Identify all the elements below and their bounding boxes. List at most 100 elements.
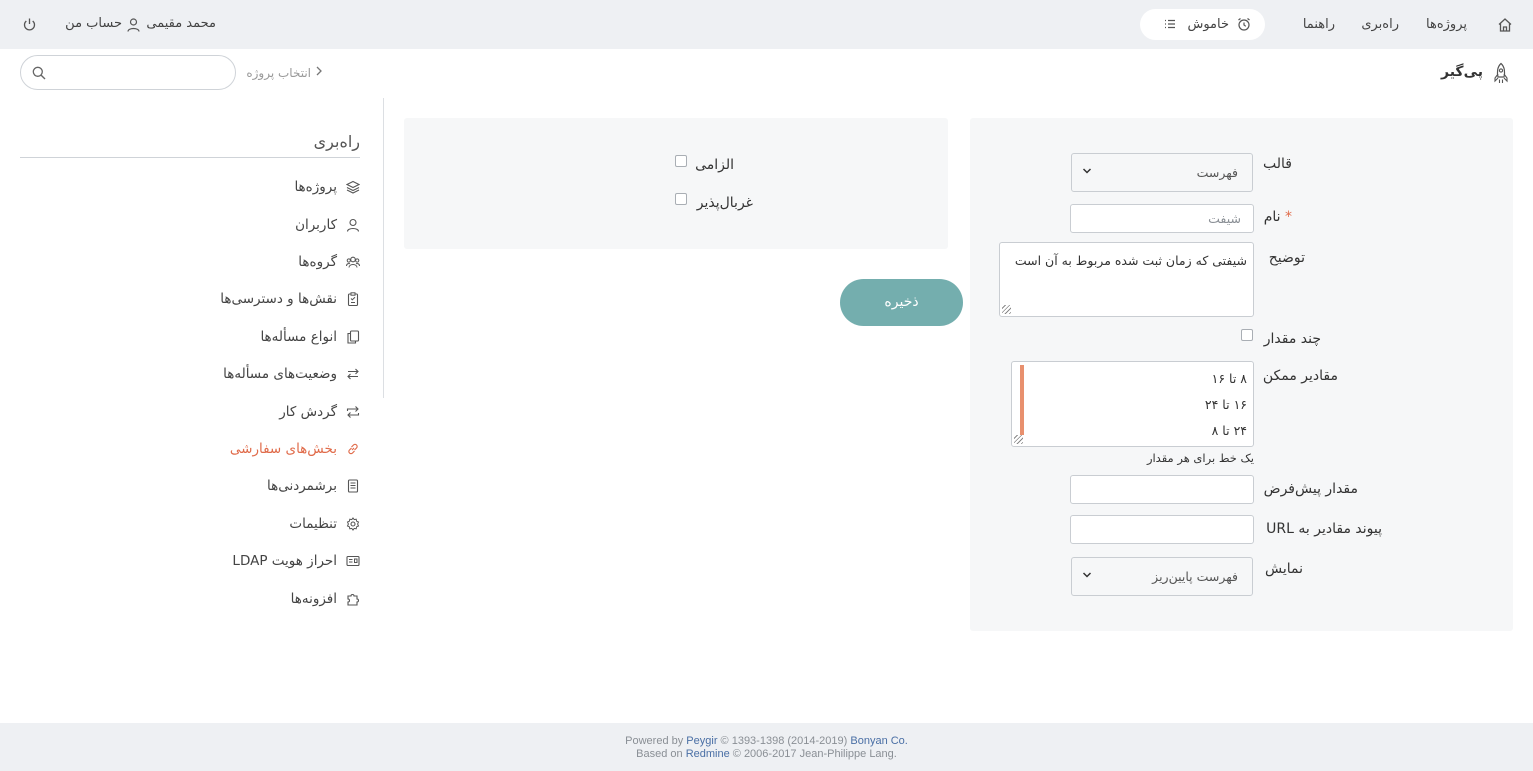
footer: Powered by Peygir © 1393-1398 (2014-2019… <box>0 723 1533 771</box>
default-value-field[interactable] <box>1070 475 1254 504</box>
footer-powered-by: Powered by <box>625 735 684 747</box>
sidebar-item-users[interactable]: کاربران <box>295 213 360 237</box>
multiple-checkbox[interactable] <box>1241 329 1253 341</box>
link-icon <box>346 442 360 456</box>
sidebar-item-trackers[interactable]: انواع مسأله‌ها <box>260 325 360 349</box>
required-asterisk: * <box>1285 209 1292 225</box>
footer-redmine-link[interactable]: Redmine <box>686 748 730 760</box>
gear-icon <box>346 517 360 531</box>
user-icon <box>346 218 360 232</box>
chevron-down-icon <box>1082 166 1092 176</box>
sidebar-item-label: گروه‌ها <box>298 254 337 270</box>
format-selected-value: فهرست <box>1196 165 1238 180</box>
sidebar-item-label: تنظیمات <box>289 516 337 532</box>
footer-based-on: Based on <box>636 748 683 760</box>
sidebar-item-label: انواع مسأله‌ها <box>260 329 337 345</box>
possible-values-hint: یک خط برای هر مقدار <box>1146 451 1254 465</box>
chevron-right-icon[interactable] <box>315 66 323 76</box>
swap-icon <box>346 367 360 381</box>
nav-administration[interactable]: راه‌بری <box>1361 0 1399 49</box>
copy-icon <box>346 330 360 344</box>
nav-projects[interactable]: پروژه‌ها <box>1426 0 1467 49</box>
sidebar-item-label: گردش کار <box>279 404 337 420</box>
clipboard-icon <box>346 292 360 306</box>
chevron-down-icon <box>1082 570 1092 580</box>
default-value-label: مقدار پیش‌فرض <box>1263 481 1358 497</box>
footer-peygir-link[interactable]: Peygir <box>686 735 717 747</box>
search-icon <box>32 66 46 80</box>
footer-copyright-2: © 2006-2017 Jean-Philippe Lang. <box>732 748 897 760</box>
list-icon[interactable] <box>1164 18 1176 30</box>
display-label: نمایش <box>1264 561 1303 577</box>
time-tracker-pill[interactable]: خاموش <box>1140 9 1265 40</box>
name-label-text: نام <box>1263 209 1281 225</box>
possible-values-textarea[interactable]: ۸ تا ۱۶ ۱۶ تا ۲۴ ۲۴ تا ۸ <box>1011 361 1254 447</box>
user-name[interactable]: محمد مقیمی <box>146 0 216 48</box>
sidebar-item-label: افزونه‌ها <box>290 591 337 607</box>
display-selected-value: فهرست پایین‌ریز <box>1152 569 1238 584</box>
required-checkbox[interactable] <box>675 155 687 167</box>
top-bar: پروژه‌ها راه‌بری راهنما خاموش محمد مقیمی… <box>0 0 1533 49</box>
nav-help[interactable]: راهنما <box>1303 0 1335 49</box>
logout-power-icon[interactable] <box>22 17 37 32</box>
multiple-label: چند مقدار <box>1263 331 1321 347</box>
description-value: شیفتی که زمان ثبت شده مربوط به آن است <box>1014 253 1247 268</box>
possible-values-label: مقادیر ممکن <box>1262 368 1338 384</box>
custom-field-options-panel <box>404 118 948 249</box>
project-selector[interactable]: انتخاب پروژه <box>246 66 311 80</box>
sidebar-item-label: وضعیت‌های مسأله‌ها <box>223 366 337 382</box>
alarm-clock-icon <box>1237 17 1251 31</box>
text-cursor-bar <box>1020 365 1024 435</box>
sidebar-item-plugins[interactable]: افزونه‌ها <box>291 587 360 611</box>
sidebar-item-workflow[interactable]: گردش کار <box>279 400 360 424</box>
format-label: قالب <box>1263 156 1292 172</box>
display-select[interactable]: فهرست پایین‌ریز <box>1071 557 1253 596</box>
puzzle-icon <box>346 592 360 606</box>
cycle-icon <box>346 405 360 419</box>
filter-checkbox[interactable] <box>675 193 687 205</box>
app-name[interactable]: پی‌گیر <box>1441 64 1483 80</box>
url-link-label: پیوند مقادیر به URL <box>1266 521 1382 537</box>
id-card-icon <box>346 554 360 568</box>
sidebar-item-settings[interactable]: تنظیمات <box>289 512 360 536</box>
name-value: شیفت <box>1208 211 1241 226</box>
search-box[interactable] <box>20 55 236 90</box>
description-textarea[interactable]: شیفتی که زمان ثبت شده مربوط به آن است <box>999 242 1254 317</box>
vertical-divider <box>383 98 384 398</box>
sidebar-title: راه‌بری <box>313 132 360 151</box>
name-field[interactable]: شیفت <box>1070 204 1254 233</box>
footer-company-link[interactable]: Bonyan Co. <box>850 735 907 747</box>
home-icon[interactable] <box>1497 17 1513 33</box>
possible-value-line: ۲۴ تا ۸ <box>1211 423 1247 438</box>
group-icon <box>346 255 360 269</box>
rocket-logo-icon[interactable] <box>1492 62 1510 86</box>
footer-line-1: Powered by Peygir © 1393-1398 (2014-2019… <box>0 735 1533 747</box>
sidebar-item-groups[interactable]: گروه‌ها <box>298 250 360 274</box>
sidebar-item-issue-statuses[interactable]: وضعیت‌های مسأله‌ها <box>223 362 360 386</box>
footer-line-2: Based on Redmine © 2006-2017 Jean-Philip… <box>0 748 1533 760</box>
footer-copyright-1: © 1393-1398 (2014-2019) <box>720 735 848 747</box>
resize-handle-icon[interactable] <box>1014 435 1023 444</box>
save-button[interactable]: ذخیره <box>840 279 963 326</box>
sidebar-divider <box>20 157 360 158</box>
sidebar-item-roles[interactable]: نقش‌ها و دسترسی‌ها <box>220 287 360 311</box>
sidebar-item-enumerations[interactable]: برشمردنی‌ها <box>267 474 360 498</box>
possible-value-line: ۱۶ تا ۲۴ <box>1204 397 1247 412</box>
sidebar-item-label: کاربران <box>295 217 337 233</box>
list-icon <box>346 479 360 493</box>
layers-icon <box>346 180 360 194</box>
resize-handle-icon[interactable] <box>1002 305 1011 314</box>
sidebar-item-projects[interactable]: پروژه‌ها <box>294 175 360 199</box>
sidebar-item-label: بخش‌های سفارشی <box>229 441 337 457</box>
sidebar-item-label: احراز هویت LDAP <box>232 553 337 569</box>
sidebar-item-ldap[interactable]: احراز هویت LDAP <box>232 549 360 573</box>
search-input[interactable] <box>53 62 227 84</box>
name-label: * نام <box>1264 209 1292 225</box>
user-icon <box>127 18 140 32</box>
url-link-field[interactable] <box>1070 515 1254 544</box>
my-account-link[interactable]: حساب من <box>65 0 122 48</box>
sidebar-item-custom-fields[interactable]: بخش‌های سفارشی <box>230 437 360 461</box>
sidebar-item-label: پروژه‌ها <box>294 179 337 195</box>
required-checkbox-label: الزامی <box>695 157 734 173</box>
format-select[interactable]: فهرست <box>1071 153 1253 192</box>
